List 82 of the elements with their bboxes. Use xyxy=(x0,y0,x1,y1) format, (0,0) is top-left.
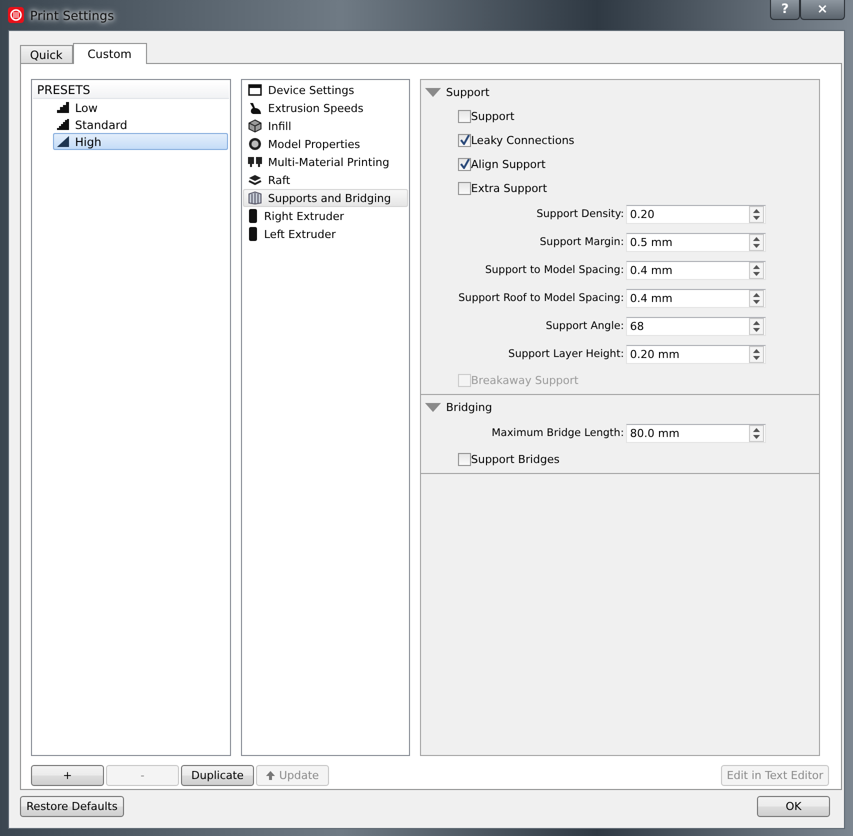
preset-label: Low xyxy=(75,100,98,114)
spin-field[interactable]: 0.4 mm xyxy=(626,288,766,308)
spin-arrows-icon[interactable] xyxy=(749,262,764,278)
columns-icon xyxy=(248,191,262,205)
category-item[interactable]: Extrusion Speeds xyxy=(243,99,408,117)
restore-defaults-button[interactable]: Restore Defaults xyxy=(20,796,124,817)
field-label: Support Margin: xyxy=(538,236,625,248)
checkbox-label: Breakaway Support xyxy=(471,374,578,386)
extruder-icon xyxy=(248,227,258,241)
spin-field[interactable]: 0.20 mm xyxy=(626,344,766,364)
category-label: Device Settings xyxy=(268,84,354,96)
window-title: Print Settings xyxy=(30,8,114,22)
checkbox[interactable] xyxy=(458,182,471,194)
tab[interactable]: Quick xyxy=(20,45,73,63)
category-item[interactable]: Raft xyxy=(243,171,408,189)
preset-item[interactable]: High xyxy=(53,133,228,150)
preset-label: Standard xyxy=(75,118,128,132)
category-label: Infill xyxy=(268,120,292,132)
quality-bars-icon xyxy=(57,119,69,130)
spin-field[interactable]: 68 xyxy=(626,316,766,336)
category-item[interactable]: Model Properties xyxy=(243,135,408,153)
checkbox[interactable] xyxy=(458,110,471,122)
layers-icon xyxy=(248,174,262,186)
category-item[interactable]: Device Settings xyxy=(243,81,408,99)
category-label: Extrusion Speeds xyxy=(268,102,364,114)
category-label: Multi-Material Printing xyxy=(268,156,390,168)
window-icon xyxy=(248,84,262,96)
ok-button[interactable]: OK xyxy=(757,796,830,817)
spin-arrows-icon[interactable] xyxy=(749,206,764,222)
spin-arrows-icon[interactable] xyxy=(749,346,764,362)
field-label: Support Roof to Model Spacing: xyxy=(457,292,625,304)
category-item[interactable]: Left Extruder xyxy=(243,225,408,243)
tab[interactable]: Custom xyxy=(72,43,147,64)
spin-arrows-icon[interactable] xyxy=(749,290,764,306)
section-title: Support xyxy=(446,86,490,98)
section-title: Bridging xyxy=(446,400,492,414)
checkbox[interactable] xyxy=(458,452,471,466)
field-label: Support Density: xyxy=(535,208,625,220)
category-label: Supports and Bridging xyxy=(268,192,392,204)
quality-bars-icon xyxy=(57,102,69,113)
help-button[interactable]: ? xyxy=(770,0,800,20)
category-item[interactable]: Right Extruder xyxy=(243,207,408,225)
spin-field[interactable]: 0.4 mm xyxy=(626,260,766,280)
field-label: Support Layer Height: xyxy=(507,348,625,360)
expanded-arrow-icon[interactable] xyxy=(425,402,441,412)
category-item[interactable]: Multi-Material Printing xyxy=(243,153,408,171)
app-logo-icon xyxy=(8,7,24,23)
preset-label: High xyxy=(75,134,102,148)
preset-item[interactable]: Standard xyxy=(53,116,228,133)
checkbox-label: Extra Support xyxy=(471,182,548,194)
checkbox[interactable] xyxy=(458,158,471,170)
expanded-arrow-icon[interactable] xyxy=(425,88,441,96)
category-item[interactable]: Infill xyxy=(243,117,408,135)
field-label: Maximum Bridge Length: xyxy=(490,427,625,439)
category-label: Raft xyxy=(268,174,290,186)
category-label: Model Properties xyxy=(268,138,360,150)
category-item[interactable]: Supports and Bridging xyxy=(243,189,408,207)
checkbox-label: Support Bridges xyxy=(471,452,560,466)
checkbox-label: Support xyxy=(471,110,514,122)
preset-item[interactable]: Low xyxy=(53,99,228,116)
extruder-icon xyxy=(248,209,258,223)
checkbox-label: Align Support xyxy=(471,158,546,170)
category-label: Left Extruder xyxy=(264,228,336,240)
extruders-icon xyxy=(248,156,262,168)
preset-button[interactable]: + xyxy=(31,765,104,786)
quality-slope-icon xyxy=(57,136,69,147)
close-button[interactable]: × xyxy=(800,0,845,20)
cube-icon xyxy=(248,119,262,133)
spin-field[interactable]: 0.5 mm xyxy=(626,232,766,252)
spin-field[interactable]: 80.0 mm xyxy=(626,424,766,442)
spin-arrows-icon[interactable] xyxy=(749,318,764,334)
spin-field[interactable]: 0.20 xyxy=(626,204,766,224)
checkbox[interactable] xyxy=(458,134,471,146)
field-label: Support to Model Spacing: xyxy=(484,264,625,276)
spin-arrows-icon[interactable] xyxy=(749,424,764,442)
preset-button[interactable]: Duplicate xyxy=(181,765,254,786)
field-label: Support Angle: xyxy=(544,320,625,332)
category-label: Right Extruder xyxy=(264,210,344,222)
spin-arrows-icon[interactable] xyxy=(749,234,764,250)
up-arrow-icon xyxy=(266,771,276,780)
checkbox-label: Leaky Connections xyxy=(471,134,574,146)
target-icon xyxy=(248,137,262,151)
